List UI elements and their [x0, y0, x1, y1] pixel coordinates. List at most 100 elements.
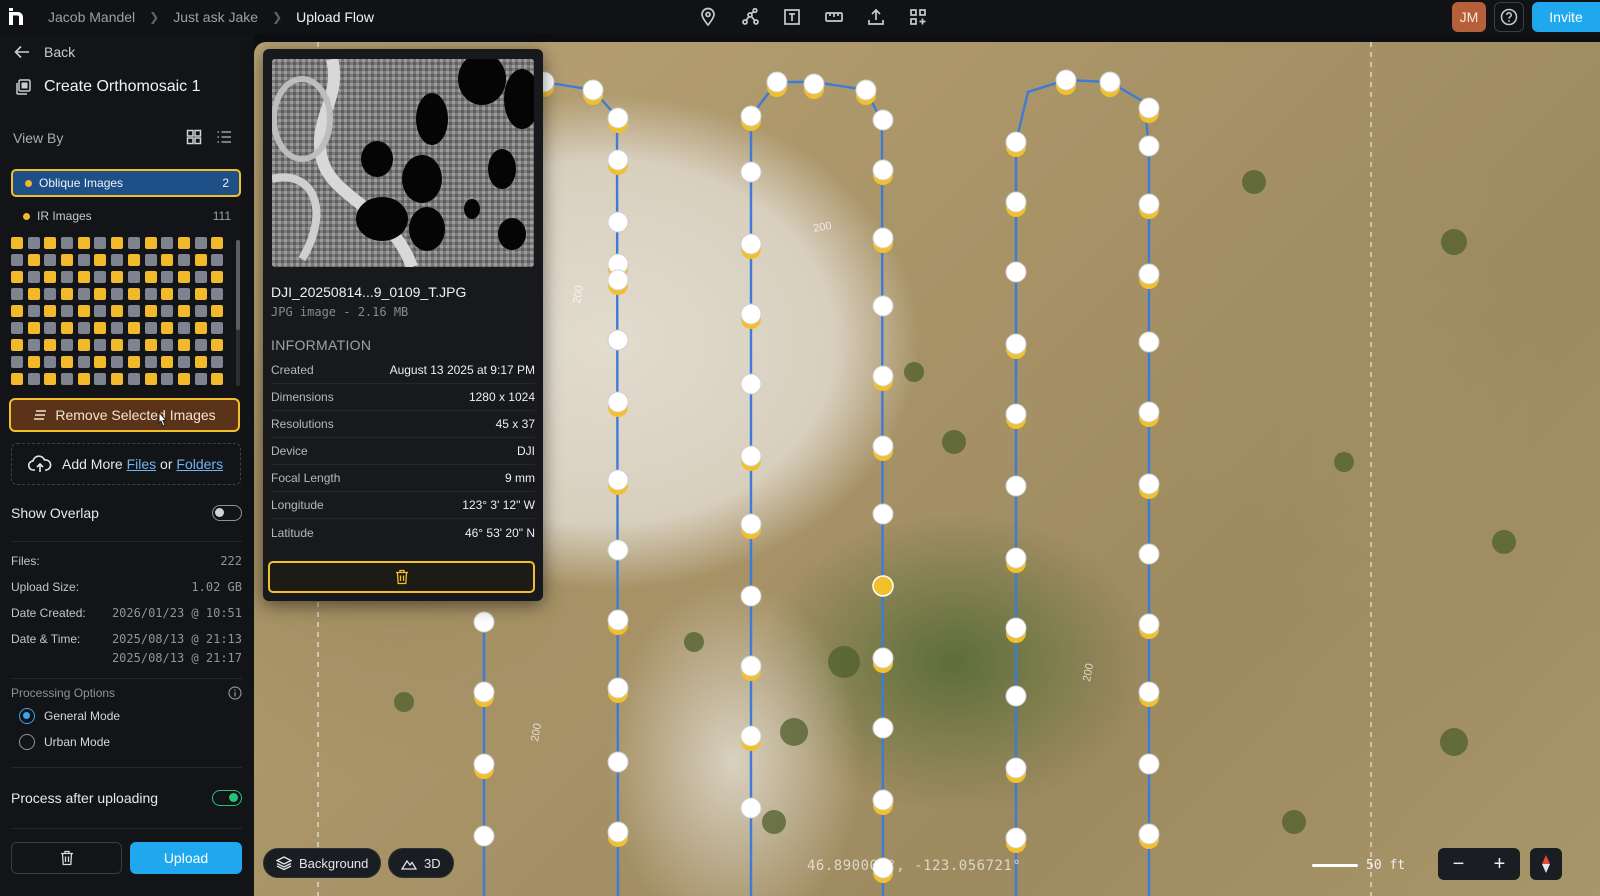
image-thumbnail[interactable] [11, 356, 23, 368]
image-thumbnail[interactable] [144, 237, 157, 249]
image-thumbnail[interactable] [127, 322, 140, 334]
image-thumbnail[interactable] [27, 271, 40, 283]
photo-waypoint[interactable] [473, 611, 495, 633]
photo-waypoint[interactable] [855, 79, 877, 101]
photo-waypoint[interactable] [1005, 685, 1027, 707]
image-thumbnail[interactable] [61, 373, 74, 385]
image-thumbnail[interactable] [211, 288, 224, 300]
photo-waypoint[interactable] [473, 681, 495, 703]
image-thumbnail[interactable] [194, 237, 207, 249]
delete-button[interactable] [11, 842, 122, 874]
image-thumbnail[interactable] [194, 288, 207, 300]
help-icon[interactable] [1494, 2, 1524, 32]
image-thumbnail[interactable] [77, 322, 90, 334]
image-thumbnail[interactable] [11, 373, 23, 385]
image-thumbnail[interactable] [144, 339, 157, 351]
breadcrumb-item-user[interactable]: Jacob Mandel [48, 9, 135, 25]
image-thumbnail[interactable] [161, 271, 174, 283]
image-thumbnail[interactable] [27, 356, 40, 368]
image-thumbnail[interactable] [44, 339, 57, 351]
general-mode-radio[interactable]: General Mode [19, 708, 120, 724]
radio-indicator[interactable] [19, 708, 35, 724]
photo-waypoint[interactable] [803, 73, 825, 95]
photo-waypoint[interactable] [1138, 135, 1160, 157]
compass-icon[interactable] [1530, 848, 1562, 880]
share-nodes-icon[interactable] [738, 5, 762, 29]
photo-waypoint[interactable] [872, 575, 894, 597]
photo-waypoint[interactable] [1138, 331, 1160, 353]
avatar[interactable]: JM [1452, 2, 1486, 32]
photo-waypoint[interactable] [740, 797, 762, 819]
photo-waypoint[interactable] [872, 503, 894, 525]
image-thumbnail[interactable] [194, 322, 207, 334]
list-view-icon[interactable] [216, 129, 232, 145]
image-thumbnail[interactable] [194, 356, 207, 368]
photo-waypoint[interactable] [607, 107, 629, 129]
photo-waypoint[interactable] [1005, 617, 1027, 639]
photo-waypoint[interactable] [1055, 69, 1077, 91]
upload-icon[interactable] [864, 5, 888, 29]
urban-mode-radio[interactable]: Urban Mode [19, 734, 110, 750]
photo-waypoint[interactable] [872, 227, 894, 249]
image-thumbnail[interactable] [127, 339, 140, 351]
photo-waypoint[interactable] [872, 159, 894, 181]
image-thumbnail[interactable] [144, 305, 157, 317]
image-thumbnail[interactable] [77, 373, 90, 385]
map-pin-icon[interactable] [696, 5, 720, 29]
image-thumbnail[interactable] [177, 322, 190, 334]
photo-waypoint[interactable] [607, 539, 629, 561]
photo-waypoint[interactable] [607, 821, 629, 843]
image-thumbnail[interactable] [61, 356, 74, 368]
three-d-button[interactable]: 3D [388, 848, 454, 878]
photo-waypoint[interactable] [1138, 401, 1160, 423]
image-thumbnail[interactable] [111, 271, 124, 283]
delete-image-button[interactable] [268, 561, 535, 593]
image-thumbnail[interactable] [61, 322, 74, 334]
add-files-link[interactable]: Files [127, 456, 157, 472]
image-thumbnail[interactable] [44, 237, 57, 249]
image-thumbnail[interactable] [11, 322, 23, 334]
photo-waypoint[interactable] [740, 303, 762, 325]
image-thumbnail[interactable] [211, 339, 224, 351]
image-thumbnail[interactable] [94, 305, 107, 317]
photo-waypoint[interactable] [872, 109, 894, 131]
photo-waypoint[interactable] [1138, 543, 1160, 565]
add-folders-link[interactable]: Folders [176, 456, 223, 472]
photo-waypoint[interactable] [740, 655, 762, 677]
photo-waypoint[interactable] [1138, 613, 1160, 635]
breadcrumb-item-project[interactable]: Just ask Jake [173, 9, 258, 25]
image-thumbnail[interactable] [11, 271, 23, 283]
photo-waypoint[interactable] [607, 751, 629, 773]
image-thumbnail[interactable] [44, 271, 57, 283]
photo-waypoint[interactable] [1138, 97, 1160, 119]
image-thumbnail[interactable] [211, 254, 224, 266]
photo-waypoint[interactable] [872, 647, 894, 669]
image-thumbnail[interactable] [44, 322, 57, 334]
image-thumbnail[interactable] [94, 373, 107, 385]
photo-waypoint[interactable] [740, 513, 762, 535]
photo-waypoint[interactable] [607, 329, 629, 351]
grid-plus-icon[interactable] [906, 5, 930, 29]
image-thumbnail[interactable] [144, 356, 157, 368]
photo-waypoint[interactable] [1005, 757, 1027, 779]
image-thumbnail[interactable] [77, 288, 90, 300]
image-thumbnail[interactable] [27, 339, 40, 351]
photo-waypoint[interactable] [1005, 475, 1027, 497]
photo-waypoint[interactable] [740, 373, 762, 395]
invite-button[interactable]: Invite [1532, 2, 1600, 32]
photo-waypoint[interactable] [872, 365, 894, 387]
image-thumbnail[interactable] [61, 288, 74, 300]
image-thumbnail[interactable] [144, 373, 157, 385]
photo-waypoint[interactable] [607, 149, 629, 171]
image-thumbnail[interactable] [44, 373, 57, 385]
photo-waypoint[interactable] [1138, 473, 1160, 495]
photo-waypoint[interactable] [1138, 753, 1160, 775]
image-thumbnail[interactable] [194, 305, 207, 317]
image-thumbnail[interactable] [11, 339, 23, 351]
image-thumbnail[interactable] [44, 288, 57, 300]
image-thumbnail[interactable] [77, 237, 90, 249]
show-overlap-toggle[interactable] [212, 505, 242, 521]
photo-waypoint[interactable] [740, 233, 762, 255]
image-thumbnail[interactable] [11, 254, 23, 266]
text-frame-icon[interactable] [780, 5, 804, 29]
